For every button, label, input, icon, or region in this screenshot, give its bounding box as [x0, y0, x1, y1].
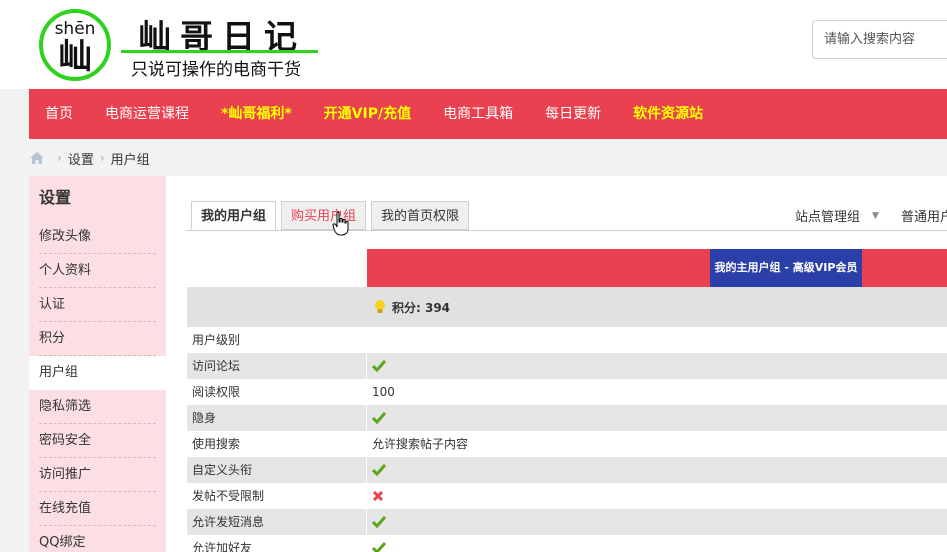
- credits-value: 积分: 394: [392, 300, 451, 315]
- permission-label: 允许发短消息: [187, 509, 367, 535]
- permission-value: [367, 509, 947, 535]
- sidebar-item-promotion[interactable]: 访问推广: [29, 458, 166, 492]
- table-row: 使用搜索 允许搜索帖子内容: [187, 431, 947, 457]
- permission-value: 允许搜索帖子内容: [367, 431, 947, 457]
- credits-row: 积分: 394: [187, 287, 947, 327]
- logo-pinyin: shēn: [54, 19, 96, 39]
- tab-buy-usergroup[interactable]: 购买用户组: [281, 201, 367, 230]
- permission-value: [367, 405, 947, 431]
- nav-item-courses[interactable]: 电商运营课程: [89, 89, 205, 139]
- tab-my-usergroup[interactable]: 我的用户组: [191, 201, 277, 230]
- main-group-banner: 我的主用户组 - 高级VIP会员: [710, 249, 862, 287]
- permission-label: 用户级别: [187, 327, 367, 353]
- sidebar-item-profile[interactable]: 个人资料: [29, 254, 166, 288]
- breadcrumb-usergroup: 用户组: [110, 152, 150, 168]
- credits-cell: 积分: 394: [367, 287, 947, 327]
- sidebar-item-qq[interactable]: QQ绑定: [29, 526, 166, 552]
- check-icon: [372, 412, 386, 424]
- permission-value: 100: [367, 379, 947, 405]
- permission-value: [367, 483, 947, 509]
- table-row: 用户级别: [187, 327, 947, 353]
- permission-value: [367, 535, 947, 552]
- table-header-row: 我的主用户组 - 高级VIP会员: [187, 249, 947, 287]
- table-row: 允许发短消息: [187, 509, 947, 535]
- credits-row-empty: [187, 287, 366, 327]
- usergroup-table: 我的主用户组 - 高级VIP会员 积分: 394 用户级别 访问论坛 阅读权限 100…: [187, 249, 947, 552]
- nav-item-daily[interactable]: 每日更新: [529, 89, 617, 139]
- permission-label: 自定义头衔: [187, 457, 367, 483]
- permission-rows: 用户级别 访问论坛 阅读权限 100 隐身 使用搜索 允许搜索帖子内容 自定义头衔 发帖不受限制…: [187, 327, 947, 552]
- breadcrumb-separator: ›: [57, 151, 62, 165]
- lightbulb-icon: [375, 300, 385, 313]
- nav-item-toolbox[interactable]: 电商工具箱: [427, 89, 529, 139]
- table-header-group: 我的主用户组 - 高级VIP会员: [367, 249, 947, 287]
- nav-item-home[interactable]: 首页: [29, 89, 89, 139]
- table-row: 访问论坛: [187, 353, 947, 379]
- tab-homepage-permissions[interactable]: 我的首页权限: [371, 201, 470, 230]
- search-input[interactable]: [812, 20, 947, 59]
- breadcrumb-settings[interactable]: 设置: [68, 149, 94, 168]
- cross-icon: [372, 490, 384, 502]
- permission-label: 使用搜索: [187, 431, 367, 457]
- check-icon: [372, 464, 386, 476]
- settings-sidebar: 设置 修改头像 个人资料 认证 积分 用户组 隐私筛选 密码安全 访问推广 在线…: [29, 176, 166, 552]
- permission-label: 隐身: [187, 405, 367, 431]
- nav-item-vip[interactable]: 开通VIP/充值: [308, 89, 427, 139]
- table-row: 隐身: [187, 405, 947, 431]
- permission-value: [367, 353, 947, 379]
- nav-item-welfare[interactable]: *屾哥福利*: [205, 89, 308, 139]
- sidebar-title: 设置: [39, 188, 72, 207]
- site-header: shēn 屾 屾哥日记 只说可操作的电商干货: [0, 0, 947, 89]
- check-icon: [372, 542, 386, 552]
- sidebar-item-credits[interactable]: 积分: [29, 322, 166, 356]
- site-slogan: 只说可操作的电商干货: [131, 60, 301, 80]
- sidebar-item-verify[interactable]: 认证: [29, 288, 166, 322]
- check-icon: [372, 516, 386, 528]
- site-logo[interactable]: shēn 屾: [39, 9, 111, 81]
- table-header-empty: [187, 249, 366, 287]
- sidebar-item-usergroup[interactable]: 用户组: [29, 356, 166, 390]
- chevron-down-icon: ▼: [872, 210, 879, 221]
- nav-item-software[interactable]: 软件资源站: [617, 89, 719, 139]
- main-nav: 首页 电商运营课程 *屾哥福利* 开通VIP/充值 电商工具箱 每日更新 软件资…: [29, 89, 947, 139]
- hand-cursor-icon: [332, 211, 349, 236]
- breadcrumb-separator: ›: [99, 151, 105, 165]
- group-select-regular[interactable]: 普通用户: [901, 206, 947, 225]
- home-icon[interactable]: [29, 151, 45, 165]
- permission-label: 访问论坛: [187, 353, 367, 379]
- check-icon: [372, 360, 386, 372]
- sidebar-item-privacy[interactable]: 隐私筛选: [29, 390, 166, 424]
- sidebar-item-password[interactable]: 密码安全: [29, 424, 166, 458]
- logo-char: 屾: [58, 37, 92, 77]
- group-select-admin[interactable]: 站点管理组 ▼: [795, 206, 879, 225]
- main-content: 我的用户组 购买用户组 我的首页权限 站点管理组 ▼ 普通用户 我的主用户组 -…: [166, 176, 947, 552]
- table-row: 阅读权限 100: [187, 379, 947, 405]
- breadcrumb: › 设置 › 用户组: [29, 146, 150, 170]
- permission-label: 阅读权限: [187, 379, 367, 405]
- permission-value-text: 允许搜索帖子内容: [372, 437, 469, 451]
- group-select-admin-label: 站点管理组: [795, 210, 861, 225]
- table-row: 自定义头衔: [187, 457, 947, 483]
- sidebar-item-avatar[interactable]: 修改头像: [29, 220, 166, 254]
- permission-label: 发帖不受限制: [187, 483, 367, 509]
- permission-label: 允许加好友: [187, 535, 367, 552]
- permission-value: [367, 457, 947, 483]
- permission-value: [367, 327, 947, 353]
- sidebar-item-recharge[interactable]: 在线充值: [29, 492, 166, 526]
- table-row: 发帖不受限制: [187, 483, 947, 509]
- table-row: 允许加好友: [187, 535, 947, 552]
- title-underline: [121, 50, 318, 53]
- permission-value-text: 100: [372, 385, 395, 399]
